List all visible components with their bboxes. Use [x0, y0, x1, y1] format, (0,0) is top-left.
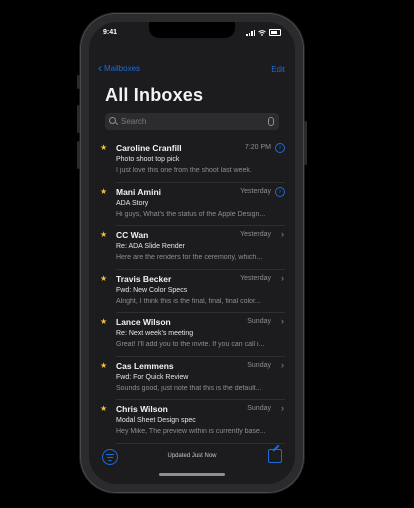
message-sender: Chris Wilson: [116, 404, 168, 414]
chevron-right-icon: ›: [281, 229, 284, 239]
message-row[interactable]: ★ Chris Wilson Sunday › Modal Sheet Desi…: [100, 400, 285, 444]
status-icons: [246, 29, 281, 36]
message-sender: Travis Becker: [116, 273, 172, 284]
chevron-right-icon: ›: [281, 403, 284, 413]
message-subject: Re: ADA Slide Render: [116, 243, 185, 250]
message-date: Sunday: [247, 361, 271, 369]
back-button-label: Mailboxes: [104, 63, 141, 73]
power-button: [304, 121, 307, 165]
microphone-icon[interactable]: [268, 117, 274, 126]
message-sender: Cas Lemmens: [116, 360, 174, 371]
back-button[interactable]: ‹ Mailboxes: [98, 61, 141, 75]
chevron-left-icon: ‹: [98, 61, 102, 75]
message-row[interactable]: ★ Travis Becker Yesterday › Fwd: New Col…: [100, 270, 285, 314]
message-preview: Alright, I think this is the final, fina…: [116, 297, 261, 305]
message-sender: Lance Wilson: [116, 317, 171, 327]
message-preview: Great! I'll add you to the invite. If yo…: [116, 341, 265, 348]
message-sender: Caroline Cranfill: [116, 143, 182, 153]
message-subject: Photo shoot top pick: [116, 156, 180, 163]
edit-button[interactable]: Edit: [271, 65, 285, 74]
message-preview: Hi guys, What's the status of the Apple …: [116, 210, 266, 218]
star-icon: ★: [100, 360, 108, 370]
message-date: Yesterday: [240, 231, 271, 238]
message-date: Yesterday: [240, 187, 271, 195]
status-bar: 9:41: [89, 28, 295, 40]
message-preview: Sounds good, just note that this is the …: [116, 384, 262, 392]
volume-down-button: [77, 141, 80, 169]
message-row[interactable]: ★ Mani Amini Yesterday › ADA Story Hi gu…: [100, 183, 285, 227]
message-row[interactable]: ★ CC Wan Yesterday › Re: ADA Slide Rende…: [100, 226, 285, 270]
bottom-toolbar: Updated Just Now: [89, 447, 295, 467]
message-date: Sunday: [247, 405, 271, 412]
message-subject: Fwd: For Quick Review: [116, 373, 189, 381]
thread-disclosure-icon[interactable]: ›: [275, 186, 285, 197]
page-title: All Inboxes: [105, 85, 204, 105]
status-time: 9:41: [103, 29, 118, 36]
message-subject: ADA Story: [116, 199, 149, 207]
updated-status: Updated Just Now: [167, 453, 217, 459]
screen: 9:41 ‹ Mailboxes Edit All Inboxes Search…: [89, 22, 295, 484]
compose-icon[interactable]: [268, 449, 282, 463]
message-row[interactable]: ★ Lance Wilson Sunday › Re: Next week's …: [100, 313, 285, 357]
volume-up-button: [77, 105, 80, 133]
star-icon: ★: [100, 143, 108, 152]
message-sender: CC Wan: [116, 230, 149, 240]
message-row[interactable]: ★ Cas Lemmens Sunday › Fwd: For Quick Re…: [100, 357, 285, 401]
navigation-bar: ‹ Mailboxes Edit: [89, 61, 295, 77]
message-preview: Here are the renders for the ceremony, w…: [116, 254, 263, 261]
message-date: Sunday: [247, 318, 271, 325]
star-icon: ★: [100, 230, 108, 239]
star-icon: ★: [100, 404, 108, 413]
chevron-right-icon: ›: [281, 359, 284, 370]
phone-frame: 9:41 ‹ Mailboxes Edit All Inboxes Search…: [77, 13, 307, 493]
message-subject: Modal Sheet Design spec: [116, 417, 196, 424]
wifi-icon: [258, 29, 266, 36]
message-date: 7:20 PM: [244, 144, 271, 151]
home-indicator: [159, 473, 225, 476]
message-list: ★ Caroline Cranfill 7:20 PM › Photo shoo…: [89, 139, 295, 444]
message-preview: I just love this one from the shoot last…: [116, 167, 252, 174]
message-date: Yesterday: [240, 274, 271, 282]
silent-switch: [77, 75, 80, 89]
message-row[interactable]: ★ Caroline Cranfill 7:20 PM › Photo shoo…: [100, 139, 285, 183]
star-icon: ★: [100, 317, 108, 326]
search-bar[interactable]: [105, 113, 279, 130]
message-subject: Fwd: New Color Specs: [116, 286, 188, 294]
battery-icon: [269, 29, 281, 36]
thread-disclosure-icon[interactable]: ›: [275, 143, 285, 153]
chevron-right-icon: ›: [281, 272, 284, 283]
search-icon: [109, 117, 118, 126]
message-preview: Hey Mike, The preview within is currentl…: [116, 428, 266, 435]
message-sender: Mani Amini: [116, 186, 162, 197]
star-icon: ★: [100, 186, 108, 196]
cellular-signal-icon: [246, 29, 255, 36]
search-input[interactable]: [121, 117, 261, 126]
star-icon: ★: [100, 273, 108, 283]
message-subject: Re: Next week's meeting: [116, 330, 194, 337]
chevron-right-icon: ›: [281, 316, 284, 326]
